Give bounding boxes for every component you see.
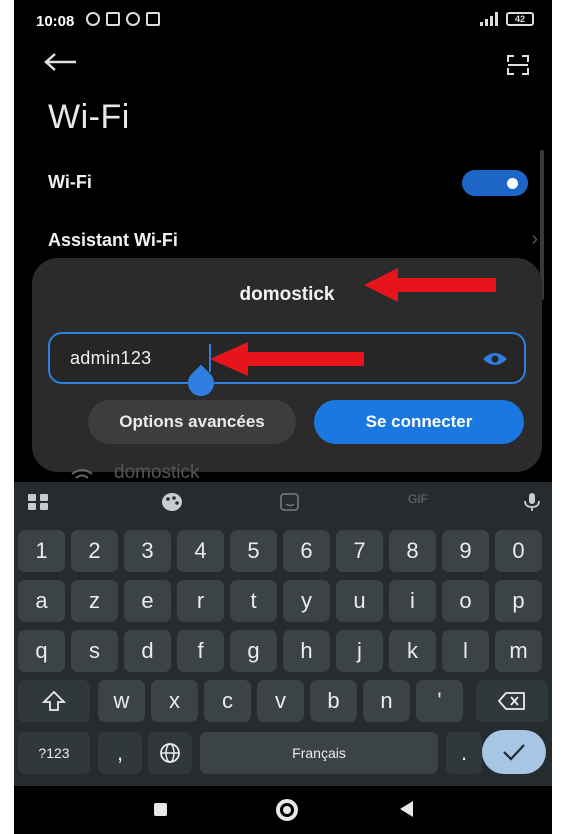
key-f[interactable]: f (177, 630, 224, 672)
key-c[interactable]: c (204, 680, 251, 722)
soft-keyboard: GIF 1 2 3 4 5 6 7 8 9 0 a z e r t y u i … (14, 482, 552, 786)
show-password-eye-icon[interactable] (482, 350, 508, 368)
key-z[interactable]: z (71, 580, 118, 622)
key-k[interactable]: k (389, 630, 436, 672)
letter-row-1: a z e r t y u i o p (18, 580, 548, 626)
gif-button[interactable]: GIF (398, 492, 438, 512)
symbols-key[interactable]: ?123 (18, 732, 90, 774)
toggle-knob (507, 178, 518, 189)
key-b[interactable]: b (310, 680, 357, 722)
wifi-toggle[interactable] (462, 170, 528, 196)
home-icon[interactable] (276, 799, 298, 821)
key-h[interactable]: h (283, 630, 330, 672)
back-arrow-icon[interactable] (44, 52, 78, 72)
language-globe-key[interactable] (148, 732, 192, 774)
apps-grid-icon[interactable] (26, 492, 50, 512)
key-4[interactable]: 4 (177, 530, 224, 572)
key-x[interactable]: x (151, 680, 198, 722)
wifi-toggle-row[interactable]: Wi-Fi (48, 168, 538, 198)
key-i[interactable]: i (389, 580, 436, 622)
key-g[interactable]: g (230, 630, 277, 672)
key-q[interactable]: q (18, 630, 65, 672)
phone-screen: 10:08 42 Wi-Fi Wi-Fi Assistant Wi-Fi › d… (14, 0, 552, 834)
letter-row-2: q s d f g h j k l m (18, 630, 548, 676)
assistant-wifi-row[interactable]: Assistant Wi-Fi › (48, 226, 538, 256)
checkmark-icon (503, 744, 525, 761)
signal-icon (480, 12, 498, 26)
annotation-arrow-network (364, 268, 496, 302)
bottom-row: ?123 , Français . (18, 732, 548, 778)
key-v[interactable]: v (257, 680, 304, 722)
key-9[interactable]: 9 (442, 530, 489, 572)
space-key[interactable]: Français (200, 732, 438, 774)
key-y[interactable]: y (283, 580, 330, 622)
keyboard-toolbar: GIF (14, 482, 552, 522)
key-s[interactable]: s (71, 630, 118, 672)
mic-icon[interactable] (520, 492, 544, 512)
letter-row-3: w x c v b n ' (18, 680, 548, 726)
key-a[interactable]: a (18, 580, 65, 622)
upload-icon (146, 12, 160, 26)
key-3[interactable]: 3 (124, 530, 171, 572)
key-n[interactable]: n (363, 680, 410, 722)
key-6[interactable]: 6 (283, 530, 330, 572)
backspace-icon (497, 692, 525, 710)
enter-key[interactable] (482, 730, 546, 774)
period-key[interactable]: . (446, 732, 482, 774)
number-row: 1 2 3 4 5 6 7 8 9 0 (18, 530, 548, 576)
key-r[interactable]: r (177, 580, 224, 622)
key-j[interactable]: j (336, 630, 383, 672)
key-u[interactable]: u (336, 580, 383, 622)
whatsapp-icon (126, 12, 140, 26)
status-bar: 10:08 42 (14, 0, 552, 38)
connect-button[interactable]: Se connecter (314, 400, 524, 444)
globe-icon (160, 743, 180, 763)
page-title: Wi-Fi (48, 98, 130, 136)
key-apostrophe[interactable]: ' (416, 680, 463, 722)
key-7[interactable]: 7 (336, 530, 383, 572)
sticker-icon[interactable] (278, 492, 302, 512)
password-value: admin123 (70, 348, 152, 368)
notification-icons (86, 12, 160, 26)
assistant-wifi-label: Assistant Wi-Fi (48, 230, 178, 250)
wifi-signal-icon (71, 469, 93, 479)
key-m[interactable]: m (495, 630, 542, 672)
navigation-bar (14, 786, 552, 834)
key-t[interactable]: t (230, 580, 277, 622)
comma-key[interactable]: , (98, 732, 142, 774)
key-d[interactable]: d (124, 630, 171, 672)
key-2[interactable]: 2 (71, 530, 118, 572)
shift-key[interactable] (18, 680, 90, 722)
key-l[interactable]: l (442, 630, 489, 672)
status-right: 42 (480, 12, 534, 26)
nav-back-icon[interactable] (400, 801, 413, 817)
key-5[interactable]: 5 (230, 530, 277, 572)
network-list-item[interactable]: domostick (58, 462, 538, 482)
wifi-label: Wi-Fi (48, 172, 92, 192)
key-0[interactable]: 0 (495, 530, 542, 572)
key-p[interactable]: p (495, 580, 542, 622)
scan-qr-icon[interactable] (506, 54, 530, 76)
battery-icon: 42 (506, 12, 534, 26)
key-w[interactable]: w (98, 680, 145, 722)
no-signal-icon (86, 12, 100, 26)
chevron-right-icon: › (531, 228, 538, 250)
message-icon (106, 12, 120, 26)
status-time: 10:08 (36, 13, 75, 30)
backspace-key[interactable] (476, 680, 548, 722)
key-8[interactable]: 8 (389, 530, 436, 572)
shift-arrow-icon (41, 690, 67, 711)
palette-icon[interactable] (160, 492, 184, 512)
key-o[interactable]: o (442, 580, 489, 622)
key-e[interactable]: e (124, 580, 171, 622)
advanced-options-button[interactable]: Options avancées (88, 400, 296, 444)
network-name-label: domostick (114, 462, 200, 482)
annotation-arrow-password (210, 342, 364, 376)
recent-apps-icon[interactable] (154, 803, 167, 816)
key-1[interactable]: 1 (18, 530, 65, 572)
